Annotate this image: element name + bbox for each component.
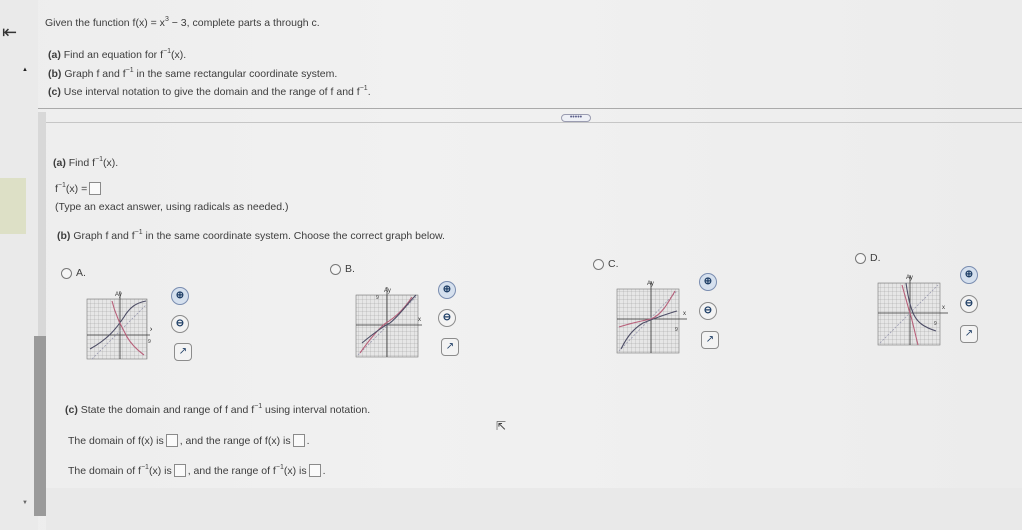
option-a-radio[interactable] <box>61 268 72 279</box>
option-c-zoom-in-icon[interactable]: ⊕ <box>699 273 717 291</box>
scrollbar-thumb[interactable] <box>34 336 46 516</box>
y-tick-label: 9 <box>376 295 379 301</box>
range-f-input[interactable] <box>292 434 305 447</box>
problem-part-b: (b) Graph f and f−1 in the same rectangu… <box>48 67 338 80</box>
y-axis-label: Ay <box>906 275 913 281</box>
x-axis-label: x <box>942 305 945 311</box>
arrow-left-icon[interactable]: ⇤ <box>2 22 22 42</box>
section-divider-lower <box>46 122 1022 123</box>
y-axis-label: Ay <box>384 288 391 294</box>
x-axis-label: x <box>418 317 421 323</box>
option-b-label: B. <box>345 263 355 275</box>
part-c-prompt: (c) State the domain and range of f and … <box>65 403 371 416</box>
option-a-graph[interactable]: Ay x 9 <box>86 287 152 367</box>
part-a-hint: (Type an exact answer, using radicals as… <box>55 201 289 213</box>
part-c-line-2: The domain of f−1(x) is, and the range o… <box>68 464 326 477</box>
option-b-graph[interactable]: Ay x 9 <box>354 283 424 361</box>
option-c-graph[interactable]: Ay x 9 <box>615 275 691 357</box>
option-d-graph[interactable]: Ay x 9 <box>876 267 954 349</box>
option-c-zoom-out-icon[interactable]: ⊖ <box>699 302 717 320</box>
option-c-label: C. <box>608 258 619 270</box>
option-a-zoom-in-icon[interactable]: ⊕ <box>171 287 189 305</box>
option-a-external-link-icon[interactable]: ↗ <box>174 343 192 361</box>
option-d-external-link-icon[interactable]: ↗ <box>960 325 978 343</box>
inverse-answer-input[interactable] <box>89 182 102 195</box>
domain-f-input[interactable] <box>165 434 178 447</box>
caret-up-icon[interactable]: ▲ <box>22 67 28 73</box>
question-page: ⇤ ▲ ▼ Given the function f(x) = x3 − 3, … <box>0 0 1022 530</box>
section-divider <box>38 108 1022 109</box>
part-a-prompt: (a) Find f−1(x). <box>53 156 119 169</box>
domain-finverse-input[interactable] <box>173 464 186 477</box>
option-a-label: A. <box>76 267 86 279</box>
x-tick-label: 9 <box>148 339 151 345</box>
x-axis-label: x <box>150 327 152 333</box>
rail-track <box>38 112 46 342</box>
x-axis-label: x <box>683 311 686 317</box>
problem-intro: Given the function f(x) = x3 − 3, comple… <box>45 16 320 29</box>
option-b-external-link-icon[interactable]: ↗ <box>441 338 459 356</box>
part-c-line-1: The domain of f(x) is, and the range of … <box>68 434 310 447</box>
option-d-radio[interactable] <box>855 253 866 264</box>
x-tick-label: 9 <box>675 327 678 333</box>
mouse-cursor-icon: ⇱ <box>496 419 507 433</box>
y-axis-label: Ay <box>647 281 654 287</box>
problem-part-a: (a) Find an equation for f−1(x). <box>48 48 187 61</box>
option-b-zoom-out-icon[interactable]: ⊖ <box>438 309 456 327</box>
option-b-radio[interactable] <box>330 264 341 275</box>
left-rail <box>0 0 38 530</box>
footer-area <box>46 488 1022 530</box>
x-tick-label: 9 <box>934 321 937 327</box>
option-c-radio[interactable] <box>593 259 604 270</box>
rail-highlight <box>0 178 26 234</box>
expand-toggle[interactable]: ••••• <box>561 114 591 122</box>
part-a-answer-row: f−1(x) = <box>55 182 103 195</box>
caret-down-icon[interactable]: ▼ <box>22 500 28 506</box>
part-b-prompt: (b) Graph f and f−1 in the same coordina… <box>57 229 445 242</box>
option-d-label: D. <box>870 252 881 264</box>
option-b-zoom-in-icon[interactable]: ⊕ <box>438 281 456 299</box>
option-d-zoom-out-icon[interactable]: ⊖ <box>960 295 978 313</box>
option-a-zoom-out-icon[interactable]: ⊖ <box>171 315 189 333</box>
y-axis-label: Ay <box>115 292 122 298</box>
option-c-external-link-icon[interactable]: ↗ <box>701 331 719 349</box>
range-finverse-input[interactable] <box>308 464 321 477</box>
problem-part-c: (c) Use interval notation to give the do… <box>48 85 371 98</box>
option-d-zoom-in-icon[interactable]: ⊕ <box>960 266 978 284</box>
